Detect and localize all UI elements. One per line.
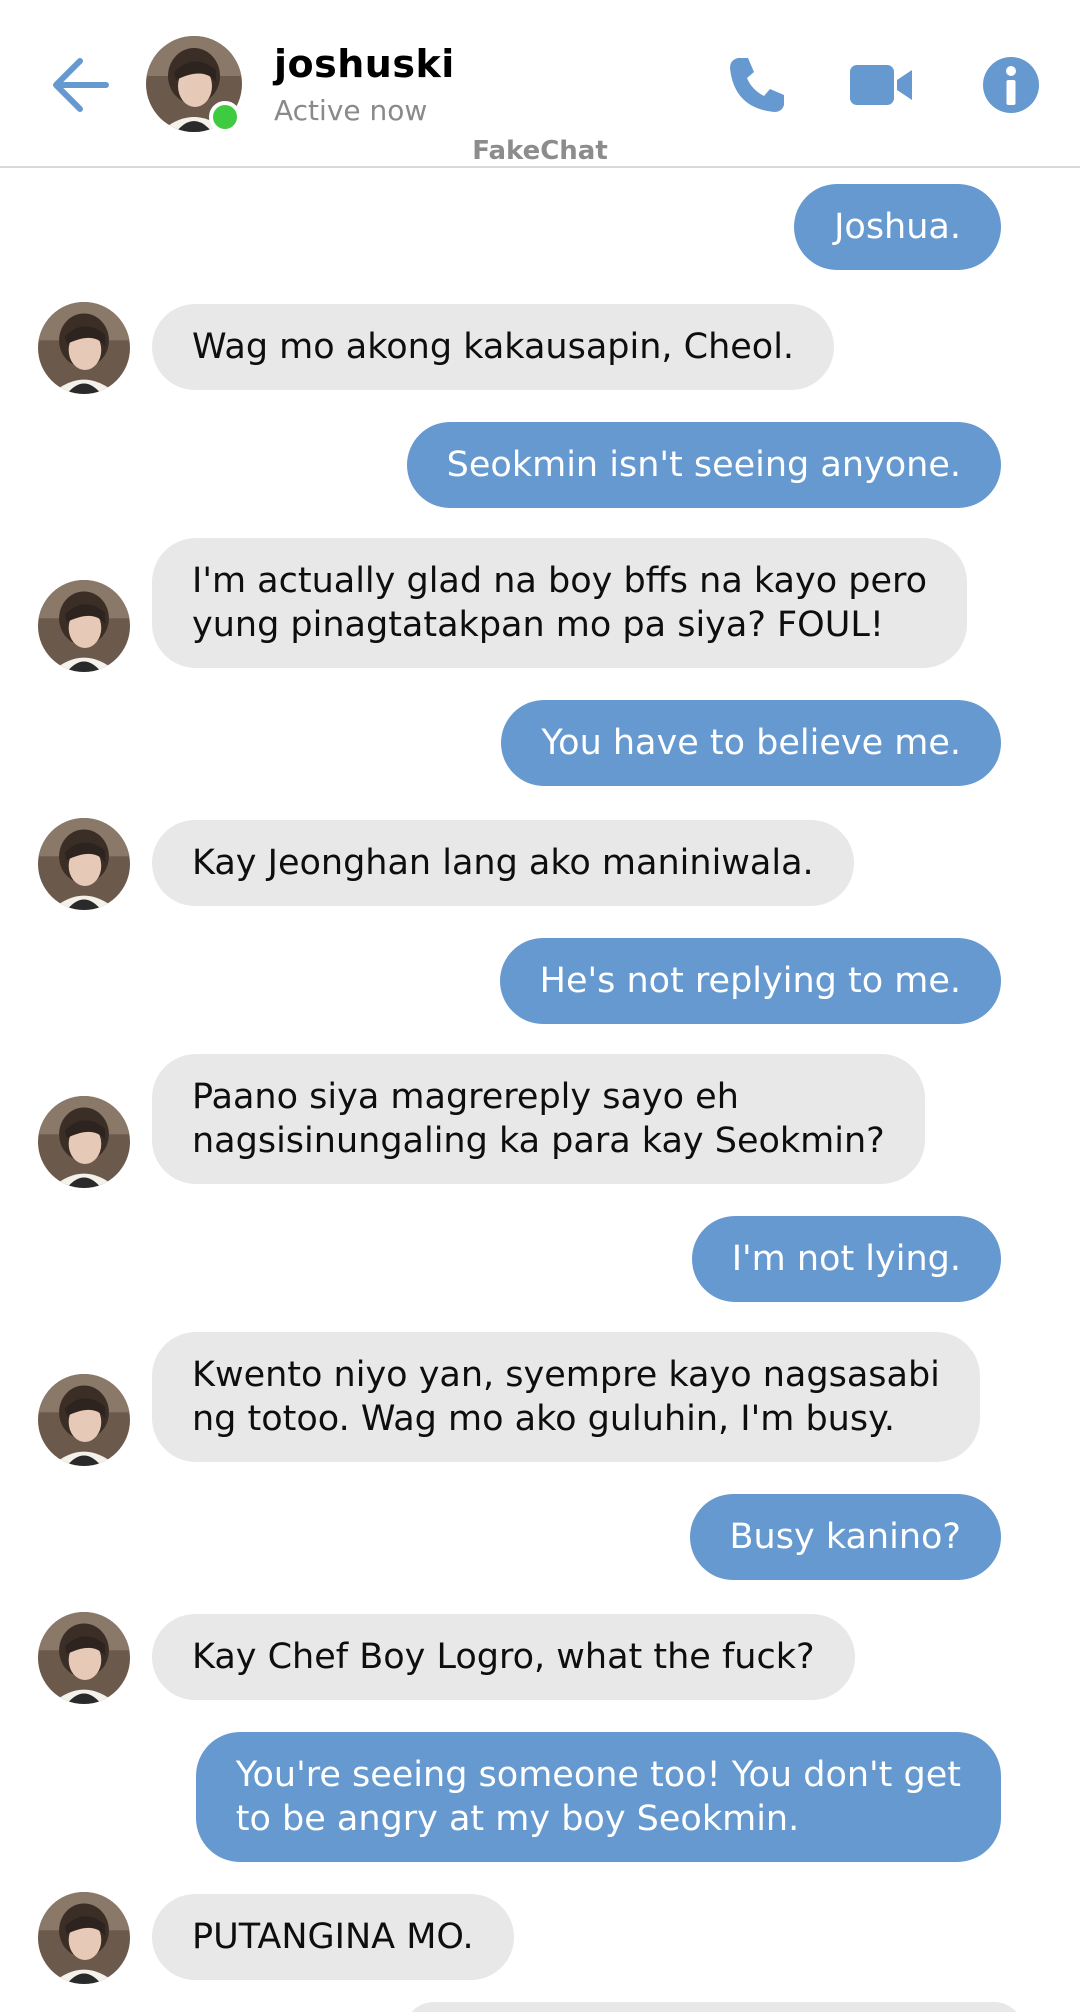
back-button[interactable] bbox=[48, 52, 114, 118]
call-button[interactable] bbox=[724, 52, 790, 118]
watermark: FakeChat bbox=[472, 136, 608, 166]
contact-status: Active now bbox=[274, 94, 428, 127]
video-call-button[interactable] bbox=[848, 52, 914, 118]
message-bubble-sent[interactable]: I'm not lying. bbox=[691, 1216, 1001, 1302]
chat-header: joshuski Active now FakeChat bbox=[0, 0, 1080, 168]
chat-screen: joshuski Active now FakeChat Joshua. Wag… bbox=[0, 0, 1080, 2012]
message-bubble-sent[interactable]: Busy kanino? bbox=[689, 1494, 1001, 1580]
message-bubble-received[interactable]: Paano siya magrereply sayo eh nagsisinun… bbox=[152, 1054, 925, 1184]
message-bubble-received[interactable]: Kay Jeonghan lang ako maniniwala. bbox=[152, 820, 854, 906]
message-bubble-received[interactable]: PUTANGINA MO. bbox=[152, 1894, 514, 1980]
online-status-dot bbox=[209, 101, 241, 133]
avatar bbox=[38, 1612, 130, 1704]
message-bubble-received[interactable]: Wag mo akong kakausapin, Cheol. bbox=[152, 304, 835, 390]
avatar bbox=[38, 580, 130, 672]
avatar bbox=[38, 302, 130, 394]
message-bubble-received[interactable]: Kwento niyo yan, syempre kayo nagsasabi … bbox=[152, 1332, 980, 1462]
message-bubble-sent[interactable]: You're seeing someone too! You don't get… bbox=[195, 1732, 1001, 1862]
avatar bbox=[38, 1892, 130, 1984]
message-bubble-sent[interactable]: Joshua. bbox=[794, 184, 1001, 270]
avatar bbox=[38, 1374, 130, 1466]
message-bubble-received[interactable]: Kay Chef Boy Logro, what the fuck? bbox=[152, 1614, 855, 1700]
contact-avatar-wrapper[interactable] bbox=[146, 36, 244, 134]
info-icon bbox=[983, 57, 1039, 113]
avatar bbox=[38, 1096, 130, 1188]
message-bubble-partial bbox=[404, 2002, 1024, 2012]
message-bubble-sent[interactable]: You have to believe me. bbox=[501, 700, 1001, 786]
message-bubble-sent[interactable]: He's not replying to me. bbox=[499, 938, 1001, 1024]
arrow-left-icon bbox=[53, 58, 109, 112]
info-button[interactable] bbox=[978, 52, 1044, 118]
phone-icon bbox=[730, 58, 784, 112]
avatar bbox=[38, 818, 130, 910]
message-bubble-sent[interactable]: Seokmin isn't seeing anyone. bbox=[406, 422, 1001, 508]
message-bubble-received[interactable]: I'm actually glad na boy bffs na kayo pe… bbox=[152, 538, 968, 668]
contact-name[interactable]: joshuski bbox=[274, 42, 455, 86]
video-camera-icon bbox=[850, 65, 912, 105]
